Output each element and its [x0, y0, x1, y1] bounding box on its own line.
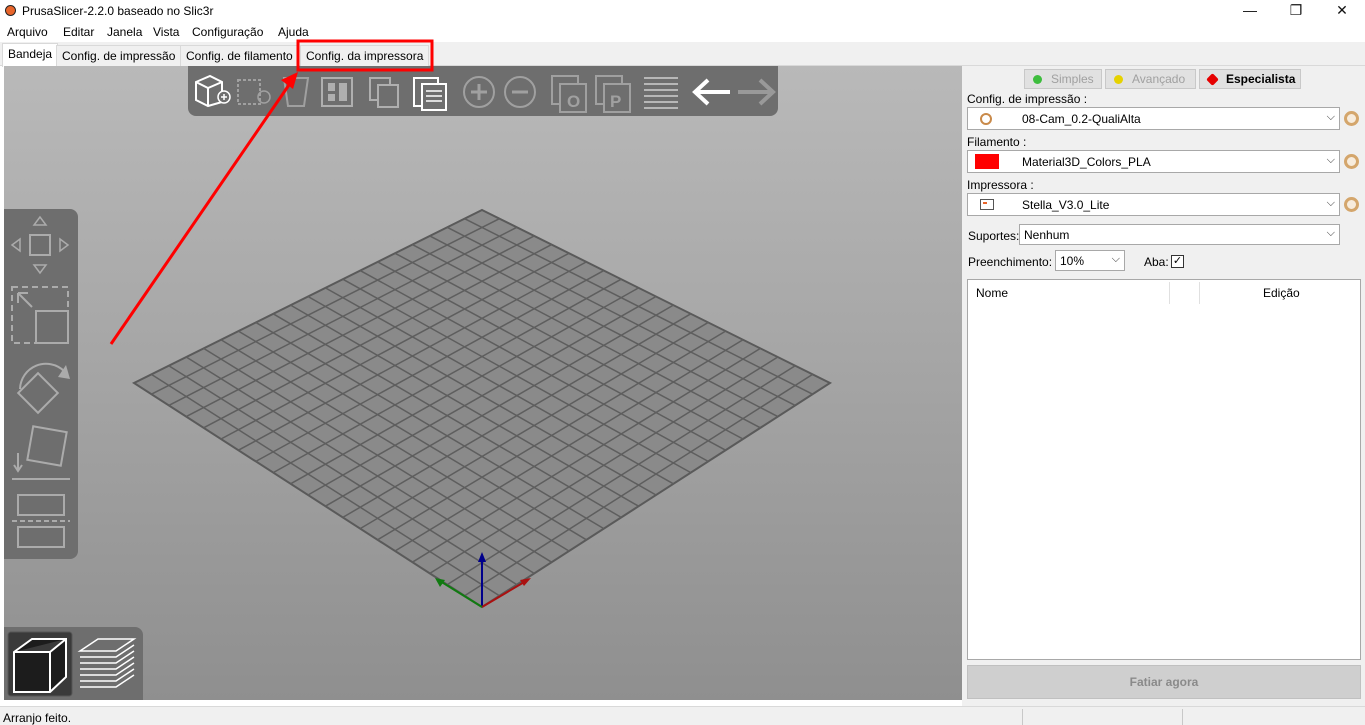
redo-icon[interactable] — [738, 78, 776, 106]
supports-label: Suportes: — [968, 229, 1020, 243]
menu-configuracao[interactable]: Configuração — [192, 25, 263, 39]
layers-editing-icon[interactable] — [644, 77, 678, 109]
add-instance-icon[interactable] — [463, 76, 495, 108]
status-bar: Arranjo feito. — [0, 706, 1365, 725]
column-nome[interactable]: Nome — [976, 286, 1008, 300]
column-edicao[interactable]: Edição — [1263, 286, 1300, 300]
app-logo-icon — [5, 5, 16, 16]
bed-surface — [131, 208, 833, 609]
filament-edit-gear-icon[interactable] — [1344, 154, 1359, 169]
status-text: Arranjo feito. — [3, 711, 72, 725]
slice-now-button[interactable]: Fatiar agora — [967, 665, 1361, 699]
split-parts-icon[interactable]: P — [595, 75, 631, 113]
sidebar-panel: Simples Avançado Especialista Config. de… — [962, 66, 1365, 706]
supports-combo[interactable]: Nenhum ⌵ — [1019, 224, 1340, 245]
column-divider — [1199, 282, 1200, 304]
tab-print-settings[interactable]: Config. de impressão — [56, 45, 182, 66]
3d-viewport[interactable]: O P — [4, 66, 962, 700]
paste-icon[interactable] — [413, 77, 447, 111]
3d-view-icon[interactable] — [7, 631, 73, 697]
printer-combo[interactable]: Stella_V3.0_Lite ⌵ — [967, 193, 1340, 216]
printer-value: Stella_V3.0_Lite — [1022, 198, 1110, 212]
mode-especialista-button[interactable]: Especialista — [1199, 69, 1301, 89]
window-title: PrusaSlicer-2.2.0 baseado no Slic3r — [22, 4, 214, 18]
mode-simples-dot-icon — [1033, 75, 1042, 84]
mode-simples-label: Simples — [1051, 72, 1094, 86]
filament-color-swatch — [975, 154, 999, 169]
add-icon[interactable] — [195, 74, 231, 108]
scale-icon[interactable] — [11, 286, 69, 344]
copy-icon[interactable] — [369, 77, 399, 108]
menu-arquivo[interactable]: Arquivo — [7, 25, 48, 39]
printer-edit-gear-icon[interactable] — [1344, 197, 1359, 212]
chevron-down-icon: ⌵ — [1326, 111, 1335, 123]
top-toolbar: O P — [188, 66, 778, 116]
tab-printer-settings[interactable]: Config. da impressora — [300, 45, 430, 66]
filament-combo[interactable]: Material3D_Colors_PLA ⌵ — [967, 150, 1340, 173]
delete-all-icon[interactable] — [282, 77, 310, 107]
infill-label: Preenchimento: — [968, 255, 1053, 269]
left-toolbar — [4, 209, 78, 559]
move-icon[interactable] — [10, 215, 70, 275]
supports-value: Nenhum — [1024, 228, 1070, 242]
mode-avancado-label: Avançado — [1132, 72, 1186, 86]
menu-ajuda[interactable]: Ajuda — [278, 25, 309, 39]
infill-value: 10% — [1060, 254, 1085, 268]
print-settings-gear-icon — [980, 113, 992, 125]
remove-instance-icon[interactable] — [504, 76, 536, 108]
maximize-button[interactable]: ❐ — [1273, 0, 1319, 22]
place-on-face-icon[interactable] — [12, 425, 70, 480]
object-list[interactable]: Nome Edição — [967, 279, 1361, 660]
title-bar: PrusaSlicer-2.2.0 baseado no Slic3r — ❐ … — [0, 0, 1365, 22]
mode-especialista-dot-icon — [1206, 73, 1219, 86]
undo-icon[interactable] — [692, 78, 730, 106]
rotate-icon[interactable] — [16, 362, 70, 415]
status-divider — [1022, 709, 1023, 725]
menu-bar: Arquivo Editar Janela Vista Configuração… — [0, 23, 1365, 42]
svg-text:O: O — [567, 92, 580, 111]
menu-janela[interactable]: Janela — [107, 25, 142, 39]
tab-bandeja[interactable]: Bandeja — [2, 43, 59, 67]
mode-simples-button[interactable]: Simples — [1024, 69, 1102, 89]
infill-combo[interactable]: 10% ⌵ — [1055, 250, 1125, 271]
view-toolbar — [4, 627, 143, 700]
prusaslicer-window: PrusaSlicer-2.2.0 baseado no Slic3r — ❐ … — [0, 0, 1365, 725]
arrange-icon[interactable] — [321, 77, 353, 107]
chevron-down-icon: ⌵ — [1326, 227, 1335, 239]
filament-label: Filamento : — [967, 135, 1027, 149]
print-settings-edit-gear-icon[interactable] — [1344, 111, 1359, 126]
chevron-down-icon: ⌵ — [1326, 197, 1335, 209]
status-divider — [1182, 709, 1183, 725]
delete-icon[interactable] — [237, 79, 271, 105]
printer-icon — [980, 199, 994, 210]
tab-filament-settings[interactable]: Config. de filamento — [180, 45, 299, 66]
printer-label: Impressora : — [967, 178, 1034, 192]
mode-avancado-button[interactable]: Avançado — [1105, 69, 1196, 89]
brim-label: Aba: — [1144, 255, 1169, 269]
filament-value: Material3D_Colors_PLA — [1022, 155, 1151, 169]
menu-editar[interactable]: Editar — [63, 25, 94, 39]
print-settings-value: 08-Cam_0.2-QualiAlta — [1022, 112, 1141, 126]
chevron-down-icon: ⌵ — [1111, 253, 1120, 265]
split-objects-icon[interactable]: O — [551, 75, 587, 113]
minimize-button[interactable]: — — [1227, 0, 1273, 22]
print-settings-label: Config. de impressão : — [967, 92, 1088, 106]
preview-layers-icon[interactable] — [77, 638, 137, 688]
close-button[interactable]: ✕ — [1319, 0, 1365, 22]
column-divider — [1169, 282, 1170, 304]
print-bed — [131, 208, 833, 609]
menu-vista[interactable]: Vista — [153, 25, 179, 39]
print-settings-combo[interactable]: 08-Cam_0.2-QualiAlta ⌵ — [967, 107, 1340, 130]
mode-especialista-label: Especialista — [1226, 72, 1296, 86]
brim-checkbox[interactable]: ✓ — [1171, 255, 1184, 268]
tab-bar: Bandeja Config. de impressão Config. de … — [0, 42, 1365, 67]
chevron-down-icon: ⌵ — [1326, 154, 1335, 166]
cut-icon[interactable] — [12, 494, 70, 548]
bed-grid — [131, 208, 833, 609]
mode-avancado-dot-icon — [1114, 75, 1123, 84]
svg-text:P: P — [610, 92, 621, 111]
